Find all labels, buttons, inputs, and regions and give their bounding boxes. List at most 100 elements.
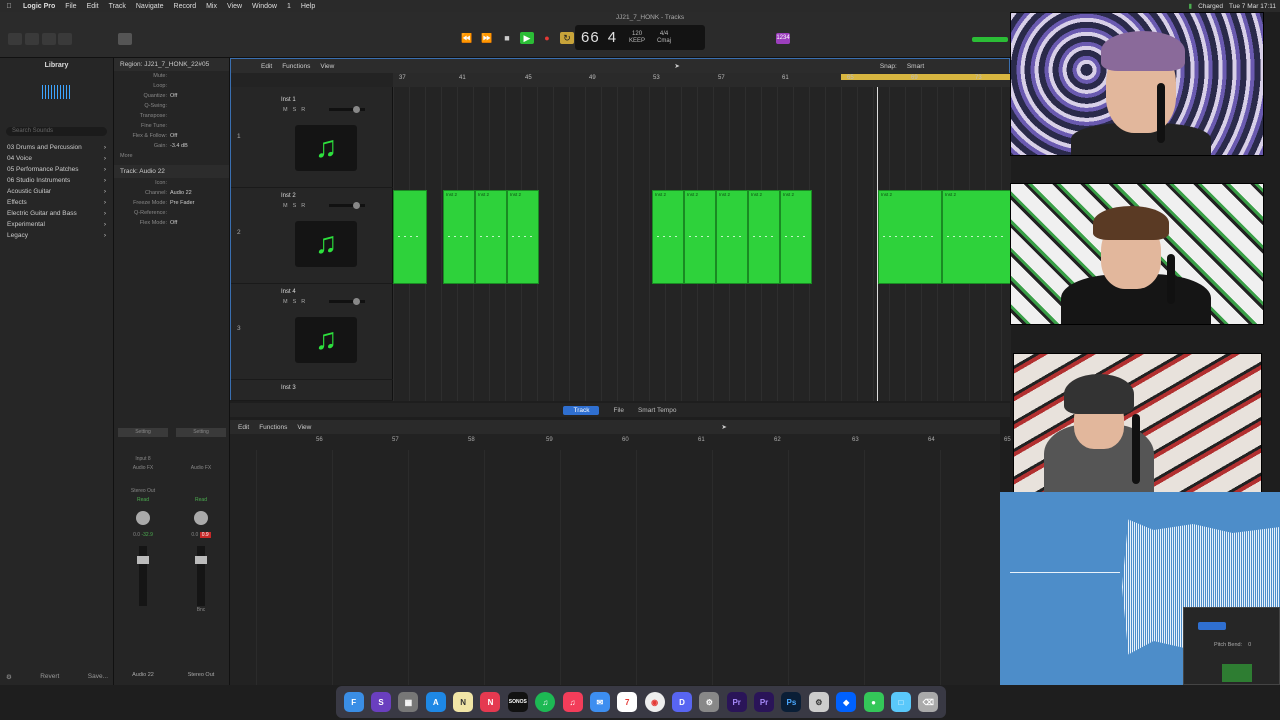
library-item[interactable]: 06 Studio Instruments › (0, 175, 113, 186)
functions-menu[interactable]: Functions (259, 424, 287, 431)
news-icon[interactable]: N (480, 692, 501, 712)
menu-record[interactable]: Record (169, 3, 202, 10)
track-row[interactable]: Freeze Mode: Pre Fader (114, 198, 229, 208)
battery-icon[interactable]: ▮ (1189, 2, 1193, 10)
midi-region[interactable]: Inst 2 (652, 190, 684, 284)
sonos-icon[interactable]: SONOS (507, 692, 528, 712)
chrome-icon[interactable]: ◉ (644, 692, 665, 712)
snap-select[interactable]: Smart (907, 63, 924, 70)
rewind-button[interactable]: ⏪ (460, 32, 474, 44)
trash-icon[interactable]: ⌫ (918, 692, 939, 712)
controller-block[interactable] (1222, 664, 1252, 682)
midi-region[interactable]: Inst 2 (443, 190, 475, 284)
track-header[interactable]: Track: Audio 22 (114, 165, 229, 178)
functions-menu[interactable]: Functions (282, 63, 310, 70)
dropbox-icon[interactable]: ◆ (836, 692, 857, 712)
region-row[interactable]: Flex & Follow: Off (114, 131, 229, 141)
pan-knob[interactable] (194, 511, 208, 525)
save-button[interactable]: Save... (88, 673, 108, 681)
midi-region[interactable]: Inst 2 (716, 190, 748, 284)
view-menu[interactable]: View (297, 424, 311, 431)
pitch-bend-value[interactable]: 0 (1248, 642, 1251, 648)
track-row[interactable]: Channel: Audio 22 (114, 188, 229, 198)
track-row-value[interactable]: Off (170, 220, 177, 226)
track-row-value[interactable]: Audio 22 (170, 190, 192, 196)
tab-smart-tempo[interactable]: Smart Tempo (638, 407, 677, 414)
photoshop-icon[interactable]: Ps (781, 692, 802, 712)
clock[interactable]: Tue 7 Mar 17:11 (1229, 3, 1276, 10)
editor-toggle-button[interactable] (118, 33, 132, 45)
lcd-display[interactable]: 66 4 120 KEEP 4/4 Cmaj (575, 25, 705, 50)
midi-region[interactable]: Inst 2 (942, 190, 1011, 284)
messages-icon[interactable]: ● (863, 692, 884, 712)
spotify-icon[interactable]: ♫ (535, 692, 556, 712)
cycle-range[interactable] (841, 74, 1011, 80)
menu-edit[interactable]: Edit (82, 3, 104, 10)
track-header-3[interactable]: 3 Inst 4 MSR ♫ (231, 285, 393, 380)
notes-icon[interactable]: N (453, 692, 474, 712)
apple-icon[interactable]:  (0, 3, 18, 10)
setting-button[interactable]: Setting (118, 428, 168, 437)
track-row[interactable]: Icon: (114, 178, 229, 188)
automation-read[interactable]: Read (176, 496, 226, 505)
app-store-icon[interactable]: A (425, 692, 446, 712)
mute-button[interactable]: M (283, 203, 288, 209)
info-toggle-button[interactable] (25, 33, 39, 45)
cycle-button[interactable]: ↻ (560, 32, 574, 44)
library-item[interactable]: Acoustic Guitar › (0, 186, 113, 197)
system-icon[interactable]: ⚙ (699, 692, 720, 712)
editor-grid[interactable] (256, 450, 1000, 685)
pointer-tool-icon[interactable]: ➤ (674, 62, 679, 70)
record-enable-button[interactable]: R (301, 203, 305, 209)
editor-ruler[interactable]: 56 57 58 59 60 61 62 63 64 65 (256, 437, 1011, 447)
playhead[interactable] (877, 87, 878, 401)
revert-button[interactable]: Revert (40, 673, 59, 681)
record-button[interactable]: ● (540, 32, 554, 44)
calendar-icon[interactable]: 7 (617, 692, 638, 712)
library-item[interactable]: Experimental › (0, 219, 113, 230)
settings-icon[interactable]: ⚙ (808, 692, 829, 712)
library-item[interactable]: 03 Drums and Percussion › (0, 142, 113, 153)
region-row[interactable]: Quantize: Off (114, 91, 229, 101)
audio-fx-slot[interactable]: Audio FX (176, 464, 226, 473)
region-row-value[interactable]: -3.4 dB (170, 143, 188, 149)
solo-button[interactable]: S (293, 107, 297, 113)
menu-track[interactable]: Track (104, 3, 131, 10)
automation-read[interactable]: Read (118, 496, 168, 505)
region-row[interactable]: Loop: (114, 81, 229, 91)
settings-toggle-button[interactable] (58, 33, 72, 45)
midi-region[interactable]: Inst 2 (878, 190, 942, 284)
audio-fx-slot[interactable]: Audio FX (118, 464, 168, 473)
finder-icon[interactable]: F (343, 692, 364, 712)
battery-status[interactable]: Charged (1198, 3, 1223, 10)
output-slot[interactable]: Stereo Out (118, 487, 168, 496)
menu-navigate[interactable]: Navigate (131, 3, 169, 10)
stop-button[interactable]: ■ (500, 32, 514, 44)
siri-icon[interactable]: S (371, 692, 392, 712)
menu-1[interactable]: 1 (282, 3, 296, 10)
library-item[interactable]: Effects › (0, 197, 113, 208)
library-item[interactable]: Legacy › (0, 230, 113, 241)
library-item[interactable]: Electric Guitar and Bass › (0, 208, 113, 219)
menu-view[interactable]: View (222, 3, 247, 10)
mail-icon[interactable]: ✉ (589, 692, 610, 712)
track-lanes[interactable]: Inst 2 Inst 2 Inst 2 Inst 2 Inst 2 Inst … (393, 87, 1011, 401)
solo-button[interactable]: S (293, 203, 297, 209)
region-row[interactable]: Transpose: (114, 111, 229, 121)
more-disclosure[interactable]: More (114, 151, 229, 161)
menu-mix[interactable]: Mix (201, 3, 222, 10)
pointer-tool-icon[interactable]: ➤ (721, 423, 726, 431)
edit-menu[interactable]: Edit (238, 424, 249, 431)
menu-window[interactable]: Window (247, 3, 282, 10)
premiere-icon[interactable]: Pr (726, 692, 747, 712)
piano-roll-toggle[interactable] (1198, 622, 1226, 630)
track-volume-slider[interactable] (329, 106, 365, 113)
track-header-4[interactable]: Inst 3 (231, 381, 393, 401)
midi-region[interactable]: Inst 2 (475, 190, 507, 284)
tab-file[interactable]: File (613, 407, 623, 414)
library-toggle-button[interactable] (8, 33, 22, 45)
midi-region[interactable]: Inst 2 (748, 190, 780, 284)
forward-button[interactable]: ⏩ (480, 32, 494, 44)
track-row[interactable]: Flex Mode: Off (114, 218, 229, 228)
region-row[interactable]: Fine Tune: (114, 121, 229, 131)
